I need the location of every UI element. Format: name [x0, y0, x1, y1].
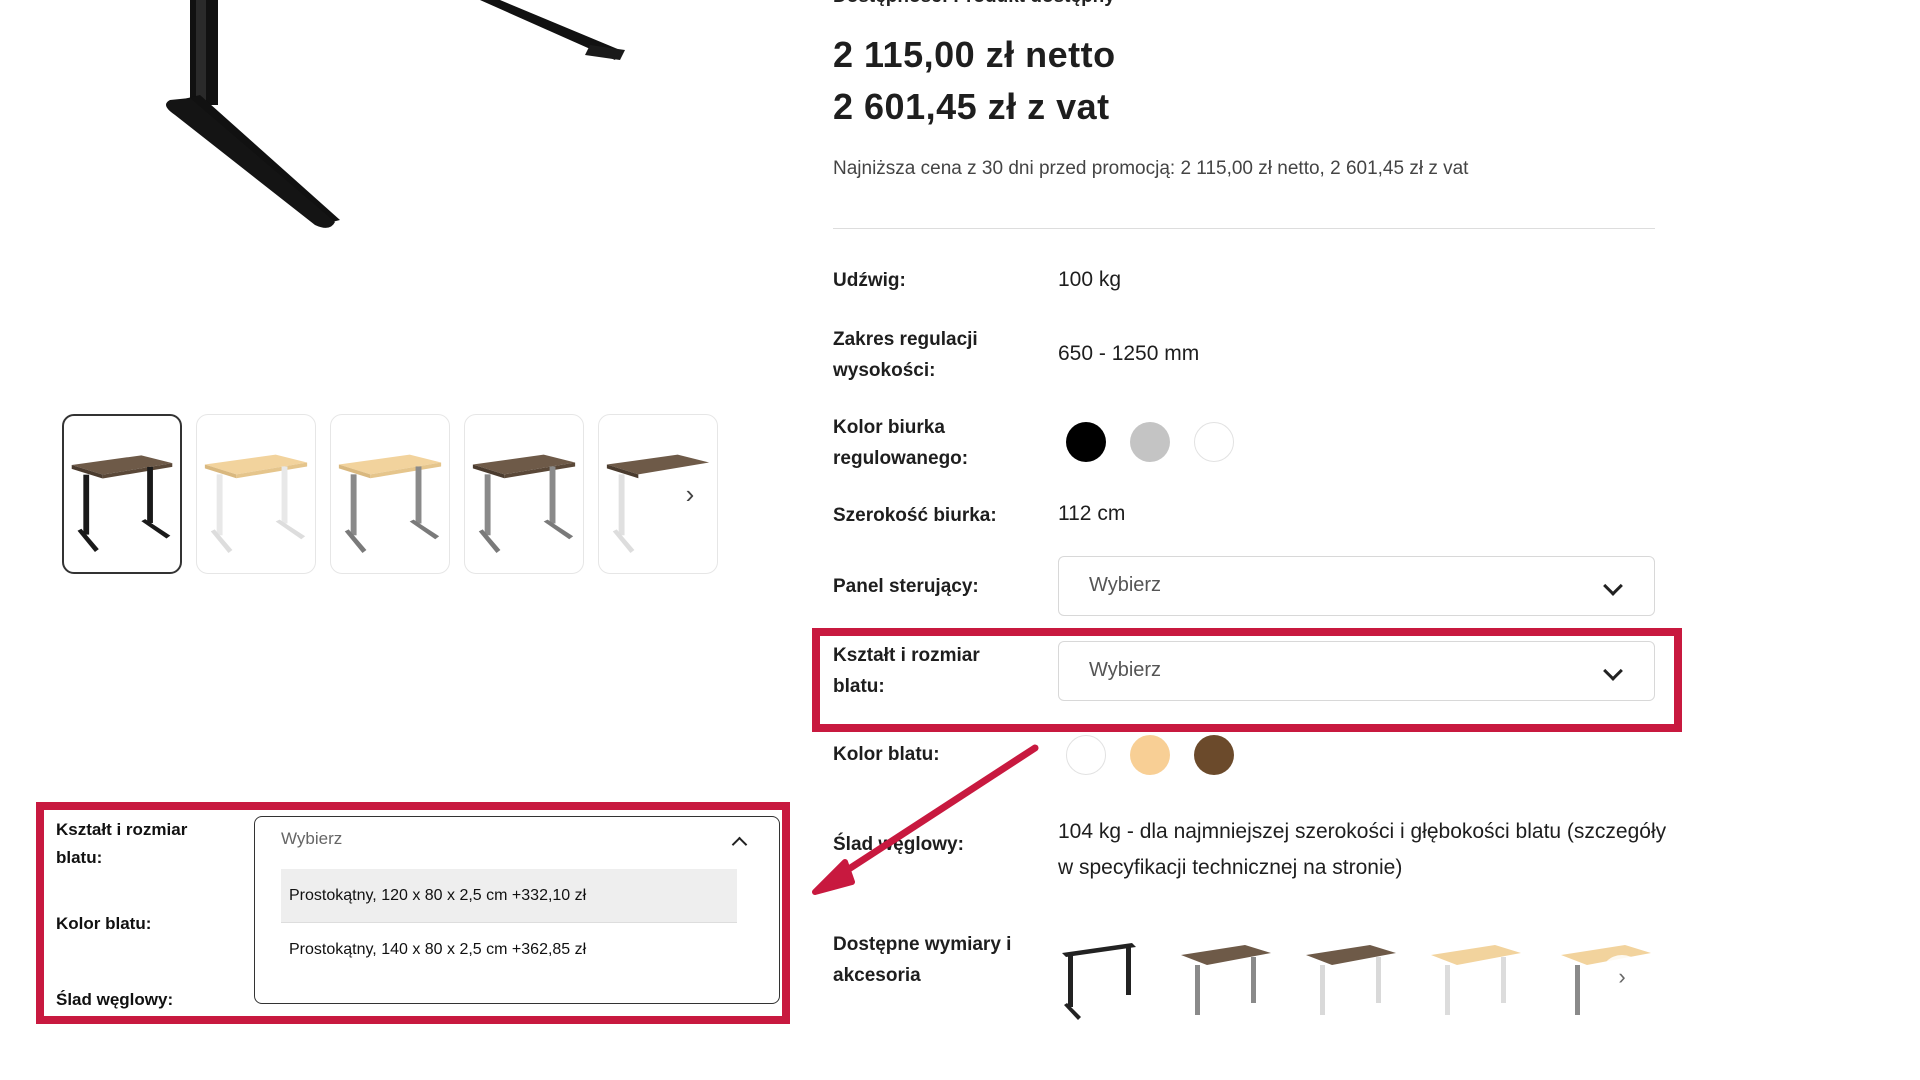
- divider: [833, 228, 1655, 229]
- zoomed-dropdown-inset: Kształt i rozmiar blatu: Kolor blatu: Śl…: [36, 802, 790, 1024]
- accessory-walnut-white[interactable]: [1300, 925, 1400, 1025]
- chevron-up-icon: [731, 836, 748, 853]
- inset-shape-label: Kształt i rozmiar blatu:: [56, 820, 188, 867]
- frame-color-swatch-grey[interactable]: [1130, 422, 1170, 462]
- panel-select-value: Wybierz: [1089, 574, 1162, 596]
- height-range-label: Zakres regulacji wysokości:: [833, 329, 978, 381]
- top-color-swatch-maple[interactable]: [1130, 735, 1170, 775]
- accessory-maple-white[interactable]: [1425, 925, 1525, 1025]
- price-net: 2 115,00 zł netto: [833, 34, 1116, 75]
- availability-status: Dostępność: Produkt dostępny: [833, 0, 1115, 8]
- accessory-frame-black[interactable]: [1052, 925, 1152, 1025]
- thumbnail-maple-grey[interactable]: [330, 414, 450, 574]
- height-range-value: 650 - 1250 mm: [1058, 342, 1200, 365]
- inset-shape-select[interactable]: Wybierz Prostokątny, 120 x 80 x 2,5 cm +…: [254, 816, 780, 1004]
- inset-carbon-label: Ślad węglowy:: [56, 990, 174, 1009]
- top-color-swatch-white[interactable]: [1066, 735, 1106, 775]
- main-product-image: [120, 0, 640, 240]
- frame-color-swatch-white[interactable]: [1194, 422, 1234, 462]
- inset-top-color-label: Kolor blatu:: [56, 914, 152, 933]
- price-vat: 2 601,45 zł z vat: [833, 86, 1110, 127]
- width-label: Szerokość biurka:: [833, 505, 997, 526]
- width-value: 112 cm: [1058, 502, 1126, 525]
- frame-color-swatch-black[interactable]: [1066, 422, 1106, 462]
- thumbnail-walnut-grey[interactable]: [464, 414, 584, 574]
- capacity-value: 100 kg: [1058, 268, 1122, 291]
- frame-color-label: Kolor biurka regulowanego:: [833, 417, 969, 469]
- panel-select[interactable]: Wybierz: [1058, 556, 1655, 616]
- thumbnail-maple-white[interactable]: [196, 414, 316, 574]
- chevron-right-icon[interactable]: ›: [1600, 955, 1644, 999]
- carbon-label: Ślad węglowy:: [833, 834, 964, 855]
- highlight-frame: [812, 628, 1682, 732]
- thumbnail-gallery: ›: [62, 414, 722, 574]
- capacity-label: Udźwig:: [833, 270, 906, 291]
- thumbnail-walnut-black[interactable]: [62, 414, 182, 574]
- accessory-walnut-grey[interactable]: [1175, 925, 1275, 1025]
- chevron-down-icon: [1603, 576, 1623, 596]
- inset-select-value: Wybierz: [281, 829, 343, 848]
- carbon-value: 104 kg - dla najmniejszej szerokości i g…: [1058, 820, 1667, 879]
- dropdown-option[interactable]: Prostokątny, 120 x 80 x 2,5 cm +332,10 z…: [281, 869, 737, 923]
- accessories-label: Dostępne wymiary i akcesoria: [833, 934, 1012, 986]
- lowest-price-note: Najniższa cena z 30 dni przed promocją: …: [833, 158, 1469, 179]
- dropdown-option[interactable]: Prostokątny, 140 x 80 x 2,5 cm +362,85 z…: [281, 923, 737, 977]
- panel-label: Panel sterujący:: [833, 576, 979, 597]
- top-color-label: Kolor blatu:: [833, 744, 940, 765]
- chevron-right-icon[interactable]: ›: [672, 476, 708, 512]
- top-color-swatch-walnut[interactable]: [1194, 735, 1234, 775]
